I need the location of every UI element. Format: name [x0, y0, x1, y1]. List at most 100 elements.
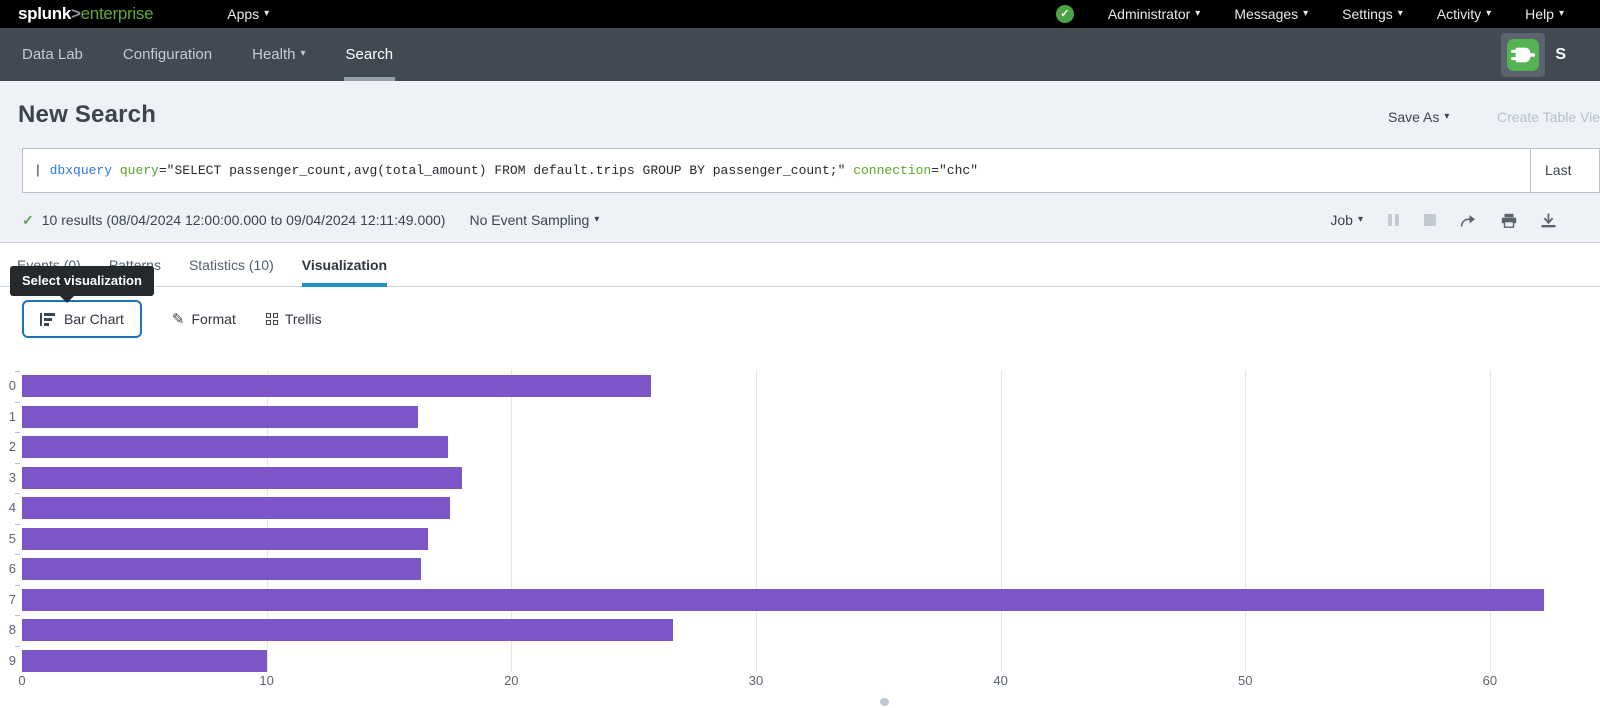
- create-table-view-button[interactable]: Create Table View: [1497, 109, 1600, 125]
- gridline: [1001, 370, 1002, 672]
- splunk-window: splunk>enterprise Apps ✓ Administrator Me…: [0, 0, 1600, 708]
- results-tabs: Events (0)PatternsStatistics (10)Visuali…: [0, 243, 1600, 287]
- results-status-row: ✓ 10 results (08/04/2024 12:00:00.000 to…: [22, 205, 1578, 235]
- bar-chart: 01020304050600123456789: [0, 365, 1600, 695]
- time-range-label: Last: [1545, 162, 1571, 178]
- y-tick: [15, 646, 20, 647]
- y-category-label: 6: [0, 561, 16, 576]
- app-nav-label: Health: [252, 46, 295, 63]
- x-tick-label: 40: [977, 673, 1025, 688]
- trellis-grid-icon: [266, 313, 278, 325]
- x-tick-label: 30: [732, 673, 780, 688]
- select-visualization-tooltip: Select visualization: [10, 266, 154, 296]
- query-segment: query: [120, 163, 159, 178]
- gridline: [1245, 370, 1246, 672]
- query-segment: |: [34, 163, 50, 178]
- splunk-logo[interactable]: splunk>enterprise: [18, 4, 153, 24]
- menu-label: Messages: [1234, 6, 1298, 22]
- app-nav-configuration[interactable]: Configuration: [123, 28, 212, 81]
- x-tick-label: 20: [487, 673, 535, 688]
- app-name: S: [1555, 46, 1566, 64]
- apps-menu[interactable]: Apps: [227, 6, 269, 22]
- job-menu[interactable]: Job: [1330, 212, 1363, 228]
- bar[interactable]: [22, 375, 651, 397]
- page-title: New Search: [18, 101, 156, 129]
- app-nav-search[interactable]: Search: [346, 28, 394, 81]
- y-tick: [15, 493, 20, 494]
- menu-label: Administrator: [1108, 6, 1190, 22]
- bar[interactable]: [22, 406, 418, 428]
- chevron-down-icon: [1303, 8, 1308, 19]
- query-segment: ="SELECT passenger_count,avg(total_amoun…: [159, 163, 846, 178]
- app-nav-label: Configuration: [123, 46, 212, 63]
- save-as-label: Save As: [1388, 109, 1439, 125]
- stop-button[interactable]: [1424, 214, 1436, 226]
- chart-type-button[interactable]: Bar Chart: [22, 300, 142, 338]
- chevron-down-icon: [1486, 8, 1491, 19]
- topbar-right: ✓ Administrator Messages Settings Activity H…: [1056, 5, 1600, 23]
- bar[interactable]: [22, 589, 1544, 611]
- y-tick: [15, 615, 20, 616]
- db-connect-app-tile[interactable]: [1501, 33, 1545, 77]
- y-category-label: 0: [0, 378, 16, 393]
- save-as-button[interactable]: Save As: [1388, 109, 1449, 125]
- chevron-down-icon: [1358, 214, 1363, 225]
- y-tick: [15, 402, 20, 403]
- bar[interactable]: [22, 467, 462, 489]
- job-controls: Job: [1330, 212, 1578, 228]
- bar[interactable]: [22, 558, 421, 580]
- query-segment: [112, 163, 120, 178]
- x-tick-label: 0: [0, 673, 46, 688]
- tab-visualization[interactable]: Visualization: [302, 243, 387, 286]
- menu-help[interactable]: Help: [1525, 6, 1564, 22]
- appbar-right: S: [1501, 28, 1600, 81]
- menu-label: Activity: [1437, 6, 1481, 22]
- menu-messages[interactable]: Messages: [1234, 6, 1308, 22]
- bar[interactable]: [22, 497, 450, 519]
- chevron-down-icon: [300, 48, 305, 59]
- export-download-button[interactable]: [1541, 213, 1556, 228]
- share-button[interactable]: [1460, 213, 1477, 228]
- trellis-button[interactable]: Trellis: [266, 311, 322, 327]
- topbar-menus: Administrator Messages Settings Activity Hel…: [1108, 6, 1564, 22]
- time-range-picker[interactable]: Last: [1530, 149, 1599, 192]
- print-button[interactable]: [1501, 213, 1517, 228]
- logo-brand: splunk: [18, 4, 71, 23]
- event-sampling-menu[interactable]: No Event Sampling: [469, 212, 599, 228]
- y-category-label: 2: [0, 439, 16, 454]
- chevron-down-icon: [594, 214, 599, 225]
- apps-label: Apps: [227, 6, 259, 22]
- chevron-down-icon: [1444, 111, 1449, 122]
- scroll-indicator-dot[interactable]: [880, 698, 889, 706]
- app-nav-health[interactable]: Health: [252, 28, 305, 81]
- menu-settings[interactable]: Settings: [1342, 6, 1403, 22]
- chevron-down-icon: [264, 8, 269, 19]
- sampling-label: No Event Sampling: [469, 212, 589, 228]
- menu-activity[interactable]: Activity: [1437, 6, 1491, 22]
- y-category-label: 9: [0, 653, 16, 668]
- menu-administrator[interactable]: Administrator: [1108, 6, 1201, 22]
- chevron-down-icon: [1559, 8, 1564, 19]
- format-button[interactable]: ✎ Format: [172, 311, 236, 327]
- search-input[interactable]: | dbxquery query="SELECT passenger_count…: [23, 149, 1530, 192]
- tooltip-text: Select visualization: [22, 273, 142, 288]
- chevron-down-icon: [1398, 8, 1403, 19]
- y-category-label: 1: [0, 409, 16, 424]
- app-nav: Data Lab Configuration Health Search: [22, 28, 393, 81]
- health-check-icon[interactable]: ✓: [1056, 5, 1074, 23]
- top-bar: splunk>enterprise Apps ✓ Administrator Me…: [0, 0, 1600, 28]
- bar[interactable]: [22, 650, 267, 672]
- y-tick: [15, 463, 20, 464]
- app-nav-data-lab[interactable]: Data Lab: [22, 28, 83, 81]
- bar[interactable]: [22, 436, 448, 458]
- gridline: [1490, 370, 1491, 672]
- tab-label: Visualization: [302, 257, 387, 273]
- tab-statistics-10[interactable]: Statistics (10): [189, 243, 274, 286]
- logo-gt: >: [71, 4, 81, 23]
- bar[interactable]: [22, 528, 428, 550]
- pause-button[interactable]: [1387, 213, 1400, 227]
- bar[interactable]: [22, 619, 673, 641]
- plug-icon: [1507, 39, 1539, 71]
- search-header: New Search Save As Create Table View | d…: [0, 81, 1600, 243]
- y-tick: [15, 432, 20, 433]
